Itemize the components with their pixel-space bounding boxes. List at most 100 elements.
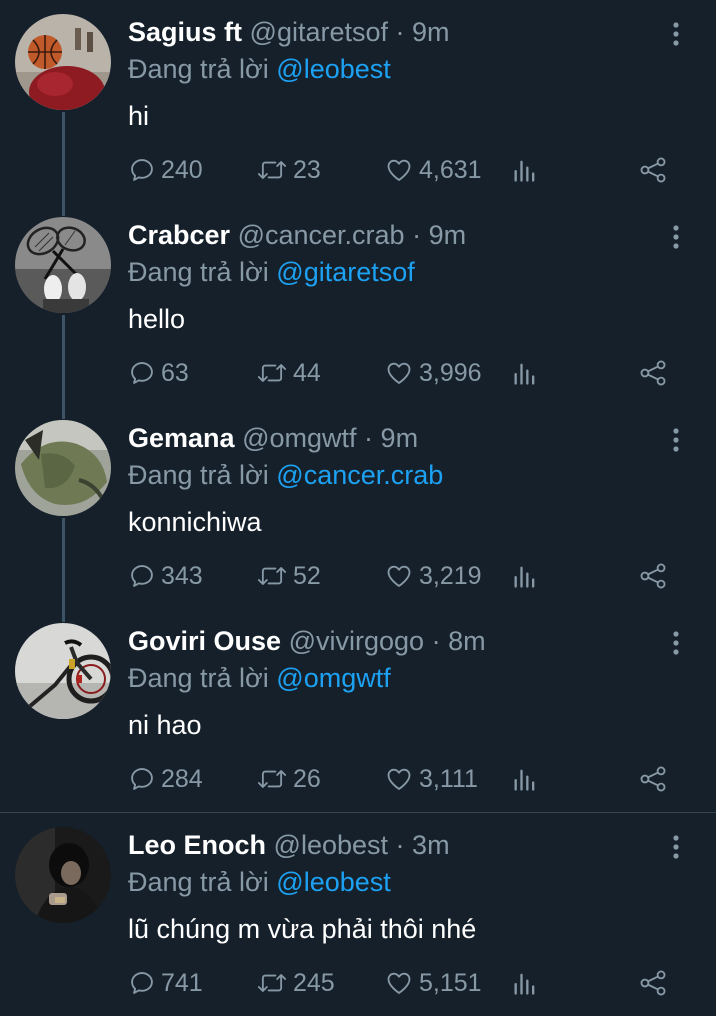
display-name[interactable]: Gemana — [128, 423, 235, 453]
reply-icon — [131, 565, 153, 587]
reply-icon — [131, 362, 153, 384]
tweet-actions: 240 23 4,631 — [128, 152, 688, 188]
mention-link[interactable]: @leobest — [276, 54, 390, 84]
timestamp[interactable]: 8m — [448, 626, 486, 656]
tweet-header: Goviri Ouse @vivirgogo · 8m — [128, 625, 656, 657]
reply-button[interactable]: 63 — [128, 355, 189, 391]
user-handle[interactable]: @omgwtf — [242, 423, 356, 453]
retweet-count: 44 — [293, 358, 321, 387]
share-button[interactable] — [638, 965, 668, 1001]
separator-dot: · — [431, 626, 441, 656]
replying-to-label: Đang trả lời — [128, 257, 269, 287]
replying-to: Đang trả lời @leobest — [128, 866, 391, 898]
tweet[interactable]: Crabcer @cancer.crab · 9m Đang trả lời @… — [0, 203, 716, 406]
avatar[interactable] — [15, 217, 111, 313]
retweet-button[interactable]: 23 — [256, 152, 321, 188]
reply-button[interactable]: 741 — [128, 965, 203, 1001]
avatar[interactable] — [15, 623, 111, 719]
avatar[interactable] — [15, 827, 111, 923]
basketball-photo-icon — [15, 14, 111, 110]
mention-link[interactable]: @gitaretsof — [276, 257, 414, 287]
reply-button[interactable]: 240 — [128, 152, 203, 188]
more-options-button[interactable] — [666, 833, 686, 861]
like-button[interactable]: 3,996 — [384, 355, 482, 391]
tweet[interactable]: Goviri Ouse @vivirgogo · 8m Đang trả lời… — [0, 609, 716, 812]
like-button[interactable]: 3,111 — [384, 761, 478, 797]
heart-icon — [387, 972, 411, 994]
analytics-icon — [514, 160, 535, 182]
user-handle[interactable]: @leobest — [274, 830, 388, 860]
reply-count: 240 — [161, 155, 203, 184]
heart-icon — [387, 565, 411, 587]
like-button[interactable]: 4,631 — [384, 152, 482, 188]
heart-icon — [387, 159, 411, 181]
heart-icon — [387, 362, 411, 384]
mention-link[interactable]: @leobest — [276, 867, 390, 897]
tweet-text: hi — [128, 101, 150, 131]
retweet-button[interactable]: 44 — [256, 355, 321, 391]
avatar[interactable] — [15, 14, 111, 110]
like-count: 3,111 — [419, 764, 478, 793]
like-count: 5,151 — [419, 968, 482, 997]
timestamp[interactable]: 9m — [412, 17, 450, 47]
share-button[interactable] — [638, 558, 668, 594]
analytics-button[interactable] — [512, 761, 538, 797]
reply-icon — [131, 768, 153, 790]
analytics-button[interactable] — [512, 965, 538, 1001]
tweet[interactable]: Gemana @omgwtf · 9m Đang trả lời @cancer… — [0, 406, 716, 609]
more-options-button[interactable] — [666, 223, 686, 251]
like-button[interactable]: 3,219 — [384, 558, 482, 594]
tweet-header: Crabcer @cancer.crab · 9m — [128, 219, 656, 251]
display-name[interactable]: Crabcer — [128, 220, 230, 250]
more-vertical-icon — [673, 428, 679, 452]
analytics-button[interactable] — [512, 355, 538, 391]
retweet-icon — [257, 974, 287, 992]
mention-link[interactable]: @omgwtf — [276, 663, 390, 693]
separator-dot: · — [412, 220, 422, 250]
like-button[interactable]: 5,151 — [384, 965, 482, 1001]
timestamp[interactable]: 9m — [429, 220, 467, 250]
timestamp[interactable]: 9m — [381, 423, 419, 453]
user-handle[interactable]: @vivirgogo — [289, 626, 424, 656]
tweet-text: konnichiwa — [128, 507, 262, 537]
analytics-button[interactable] — [512, 558, 538, 594]
display-name[interactable]: Goviri Ouse — [128, 626, 281, 656]
retweet-button[interactable]: 52 — [256, 558, 321, 594]
tweet[interactable]: Leo Enoch @leobest · 3m Đang trả lời @le… — [0, 812, 716, 1016]
retweet-count: 23 — [293, 155, 321, 184]
separator-dot: · — [395, 830, 405, 860]
like-count: 4,631 — [419, 155, 482, 184]
reply-button[interactable]: 284 — [128, 761, 203, 797]
reply-button[interactable]: 343 — [128, 558, 203, 594]
avatar[interactable] — [15, 420, 111, 516]
analytics-icon — [514, 769, 535, 791]
user-handle[interactable]: @cancer.crab — [238, 220, 405, 250]
more-options-button[interactable] — [666, 20, 686, 48]
more-vertical-icon — [673, 631, 679, 655]
retweet-icon — [257, 364, 287, 382]
share-button[interactable] — [638, 355, 668, 391]
retweet-button[interactable]: 245 — [256, 965, 335, 1001]
retweet-button[interactable]: 26 — [256, 761, 321, 797]
replying-to-label: Đang trả lời — [128, 460, 269, 490]
replying-to-label: Đang trả lời — [128, 54, 269, 84]
share-icon — [640, 970, 666, 996]
bicycle-photo-icon — [15, 623, 111, 719]
more-vertical-icon — [673, 225, 679, 249]
tweet[interactable]: Sagius ft @gitaretsof · 9m Đang trả lời … — [0, 0, 716, 203]
mention-link[interactable]: @cancer.crab — [276, 460, 443, 490]
timestamp[interactable]: 3m — [412, 830, 450, 860]
display-name[interactable]: Leo Enoch — [128, 830, 266, 860]
share-button[interactable] — [638, 761, 668, 797]
display-name[interactable]: Sagius ft — [128, 17, 242, 47]
share-button[interactable] — [638, 152, 668, 188]
replying-to: Đang trả lời @omgwtf — [128, 662, 391, 694]
analytics-icon — [514, 566, 535, 588]
more-options-button[interactable] — [666, 629, 686, 657]
person-photo-icon — [15, 827, 111, 923]
tweet-actions: 284 26 3,111 — [128, 761, 688, 797]
analytics-button[interactable] — [512, 152, 538, 188]
share-icon — [640, 563, 666, 589]
user-handle[interactable]: @gitaretsof — [250, 17, 388, 47]
more-options-button[interactable] — [666, 426, 686, 454]
